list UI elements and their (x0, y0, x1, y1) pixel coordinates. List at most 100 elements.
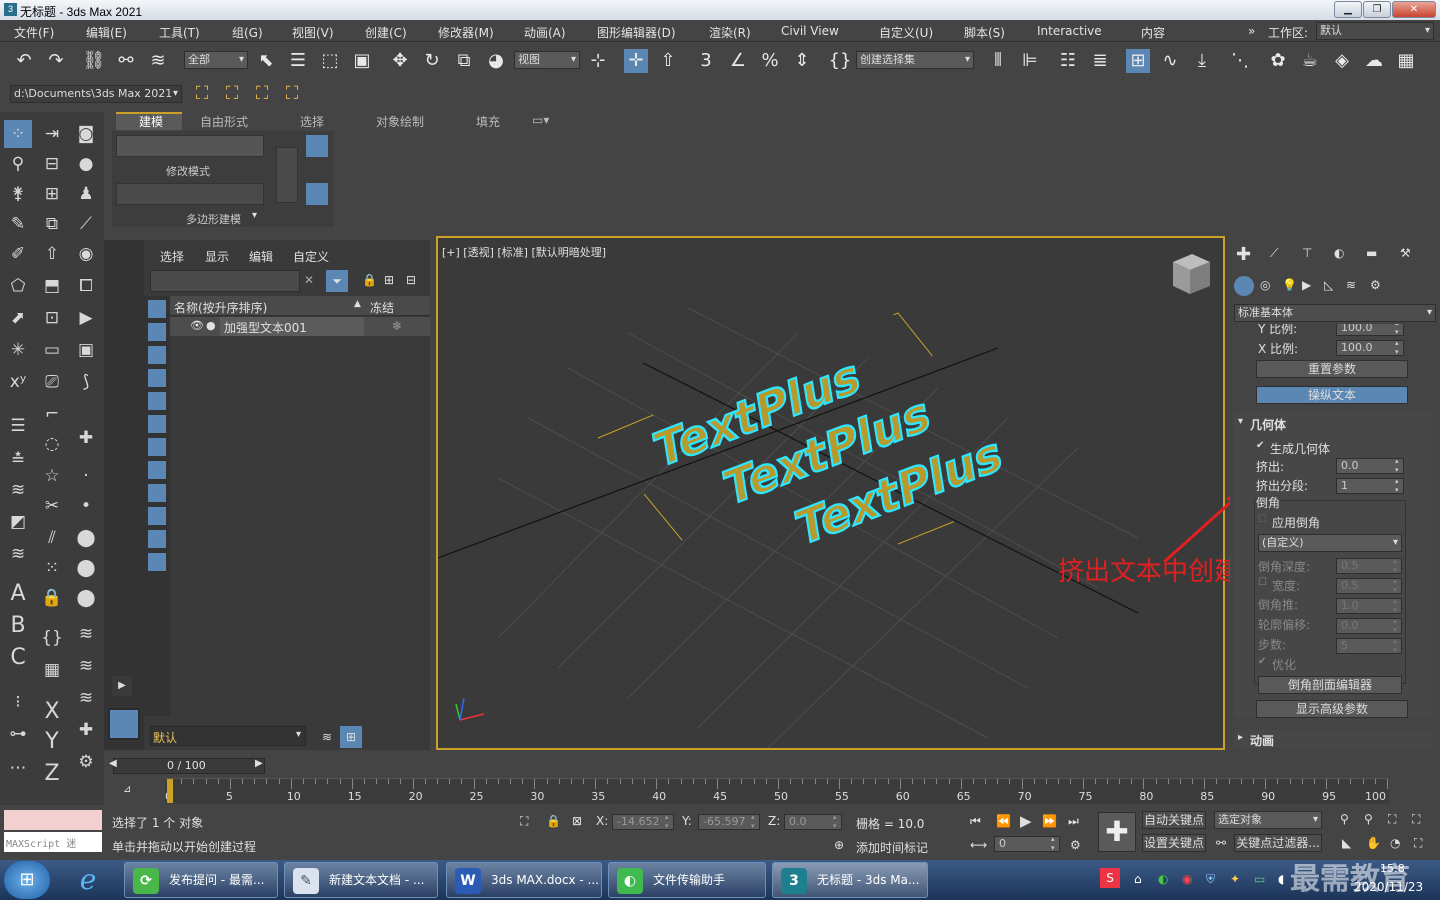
display-tab-icon[interactable]: ▬ (1366, 246, 1377, 260)
menu-civil-view[interactable]: Civil View (781, 24, 839, 38)
text-c-icon[interactable]: C (4, 644, 32, 672)
menu-tools[interactable]: 工具(T) (159, 24, 200, 41)
maximize-viewport-icon[interactable]: ⛶ (1414, 836, 1422, 851)
new-project-icon[interactable]: ⛶ (250, 82, 274, 106)
edit-named-sets-icon[interactable]: {} (828, 49, 852, 73)
render-setup-icon[interactable]: ☕ (1298, 49, 1322, 73)
sheet-icon[interactable]: ⊡ (38, 304, 66, 332)
pen-icon[interactable]: ✎ (4, 210, 32, 238)
explorer-tab-customize[interactable]: 自定义 (293, 248, 329, 265)
cameras-category-icon[interactable]: ▶ (1302, 278, 1311, 292)
save-icon[interactable]: ⎚ (38, 368, 66, 396)
freeze-toggle-icon[interactable]: ❄ (392, 319, 402, 333)
filter-icon[interactable]: ⏷ (326, 270, 348, 292)
task-item-3[interactable]: W 3ds MAX.docx - ... (446, 862, 602, 898)
motion-tab-icon[interactable]: ◐ (1334, 246, 1344, 260)
layer-manager-icon[interactable]: ⊞ (340, 726, 362, 748)
time-config-icon[interactable]: ⚙ (1070, 838, 1081, 852)
snaps-toggle-icon[interactable]: 3 (694, 49, 718, 73)
pointer-icon[interactable]: ⬈ (4, 304, 32, 332)
layer-chevron-icon[interactable]: ▾ (296, 729, 301, 740)
braces-icon[interactable]: {} (38, 624, 66, 652)
stamp-icon[interactable]: ⬒ (38, 272, 66, 300)
knife-icon[interactable]: ⫽ (38, 524, 66, 552)
hierarchy-icon[interactable]: ⊞ (384, 273, 394, 287)
orbit-icon[interactable]: ◔ (1390, 836, 1400, 850)
unlink-icon[interactable]: ⚯ (114, 49, 138, 73)
rect-selection-icon[interactable]: ⬚ (318, 49, 342, 73)
render-dot-icon[interactable]: ● (206, 319, 216, 332)
object-type-dropdown[interactable]: 标准基本体 (1234, 304, 1436, 322)
filter-spacewarps-icon[interactable] (148, 415, 166, 433)
selection-filter-dropdown[interactable]: 全部 (184, 51, 248, 69)
tab-populate[interactable]: 填充 (476, 113, 500, 130)
filter-containers-icon[interactable] (148, 507, 166, 525)
curve-editor-mini-icon[interactable]: ⊿ (123, 784, 131, 795)
prev-frame-icon[interactable]: ◀ (109, 758, 117, 769)
filter-frozen-icon[interactable] (148, 530, 166, 548)
explorer-search-input[interactable] (150, 270, 300, 292)
task-item-2[interactable]: ✎ 新建文本文档 - ... (284, 862, 438, 898)
next-key-icon[interactable]: ⏩ (1042, 814, 1057, 828)
bevel-type-dropdown[interactable]: (自定义) (1258, 534, 1402, 552)
menu-animation[interactable]: 动画(A) (524, 24, 566, 41)
scatter-icon[interactable]: ⁙ (38, 554, 66, 582)
project-settings-icon[interactable]: ⛶ (280, 82, 304, 106)
animation-rollout-title[interactable]: 动画 (1250, 732, 1274, 749)
layer-stack-icon[interactable]: ≋ (316, 726, 338, 748)
column-name-header[interactable]: 名称(按升序排序) (174, 299, 267, 316)
tray-network-icon[interactable]: ⌂ (1134, 872, 1142, 886)
x-scale-spinner[interactable]: 100.0 (1336, 339, 1404, 357)
workspace-dropdown[interactable]: 默认 (1316, 22, 1434, 40)
star-icon[interactable]: ✳ (4, 336, 32, 364)
filter-groups-icon[interactable] (148, 438, 166, 456)
tray-wechat-icon[interactable]: ◐ (1158, 872, 1168, 886)
character-icon[interactable]: ♟ (72, 180, 100, 208)
filter-shapes-icon[interactable] (148, 323, 166, 341)
pencil-icon[interactable]: ✐ (4, 240, 32, 268)
render-online-icon[interactable]: ▦ (1394, 49, 1418, 73)
reference-coord-dropdown[interactable]: 视图 (514, 51, 580, 69)
text-b-icon[interactable]: B (4, 612, 32, 640)
lock-icon[interactable]: 🔒 (38, 584, 66, 612)
task-item-1[interactable]: ⟳ 发布提问 - 最需... (124, 862, 278, 898)
key-filters-button[interactable]: 关键点过滤器... (1234, 834, 1322, 852)
animation-rollout[interactable]: ▸ 动画 (1234, 730, 1432, 748)
tray-security-icon[interactable]: ◉ (1182, 872, 1192, 886)
gen-geom-checkbox[interactable]: ✔ (1256, 440, 1264, 451)
dope-sheet-icon[interactable]: ⤓ (1190, 49, 1214, 73)
dot2-icon[interactable]: • (72, 492, 100, 520)
systems-category-icon[interactable]: ⚙ (1370, 278, 1381, 292)
goto-end-icon[interactable]: ⏭ (1068, 814, 1079, 829)
y-coord-spinner[interactable]: -65.597 (698, 813, 760, 831)
z-coord-spinner[interactable]: 0.0 (784, 813, 842, 831)
place-icon[interactable]: ◕ (484, 49, 508, 73)
shapes-category-icon[interactable]: ◎ (1260, 278, 1270, 292)
menu-scripting[interactable]: 脚本(S) (964, 24, 1005, 41)
select-by-name-icon[interactable]: ☰ (286, 49, 310, 73)
axis-y-icon[interactable]: Y (38, 728, 66, 756)
filter-xrefs-icon[interactable] (148, 461, 166, 479)
poly-modeling-chevron-icon[interactable]: ▾ (252, 210, 257, 221)
start-button-icon[interactable]: ⊞ (4, 861, 50, 899)
filter-hidden-icon[interactable] (148, 553, 166, 571)
plus2-icon[interactable]: ✚ (72, 716, 100, 744)
circle3-icon[interactable]: ⬤ (72, 584, 100, 612)
modify-buttons[interactable] (116, 183, 264, 205)
prev-key-icon[interactable]: ⏪ (996, 814, 1011, 828)
ribbon-side-buttons[interactable] (276, 147, 298, 203)
project-folder-icon[interactable]: ⛶ (190, 82, 214, 106)
fov-icon[interactable]: ◣ (1342, 836, 1351, 850)
create-tab-icon[interactable]: ✚ (1236, 244, 1251, 265)
width-spinner[interactable]: 0.5 (1336, 577, 1402, 595)
current-frame-spinner[interactable]: 0 (994, 835, 1060, 853)
shapes-icon[interactable]: ● (72, 150, 100, 178)
spinner-snap-icon[interactable]: ⇕ (790, 49, 814, 73)
play-icon[interactable]: ▶ (1020, 812, 1032, 830)
gear-icon[interactable]: ⚙ (72, 748, 100, 776)
timeline-current-marker[interactable] (167, 779, 173, 803)
task-item-4[interactable]: ◐ 文件传输助手 (608, 862, 766, 898)
close-button[interactable]: ✕ (1392, 1, 1436, 18)
zoom-extents-all-icon[interactable]: ⛶ (1412, 812, 1420, 827)
bind-spacewarp-icon[interactable]: ≋ (146, 49, 170, 73)
